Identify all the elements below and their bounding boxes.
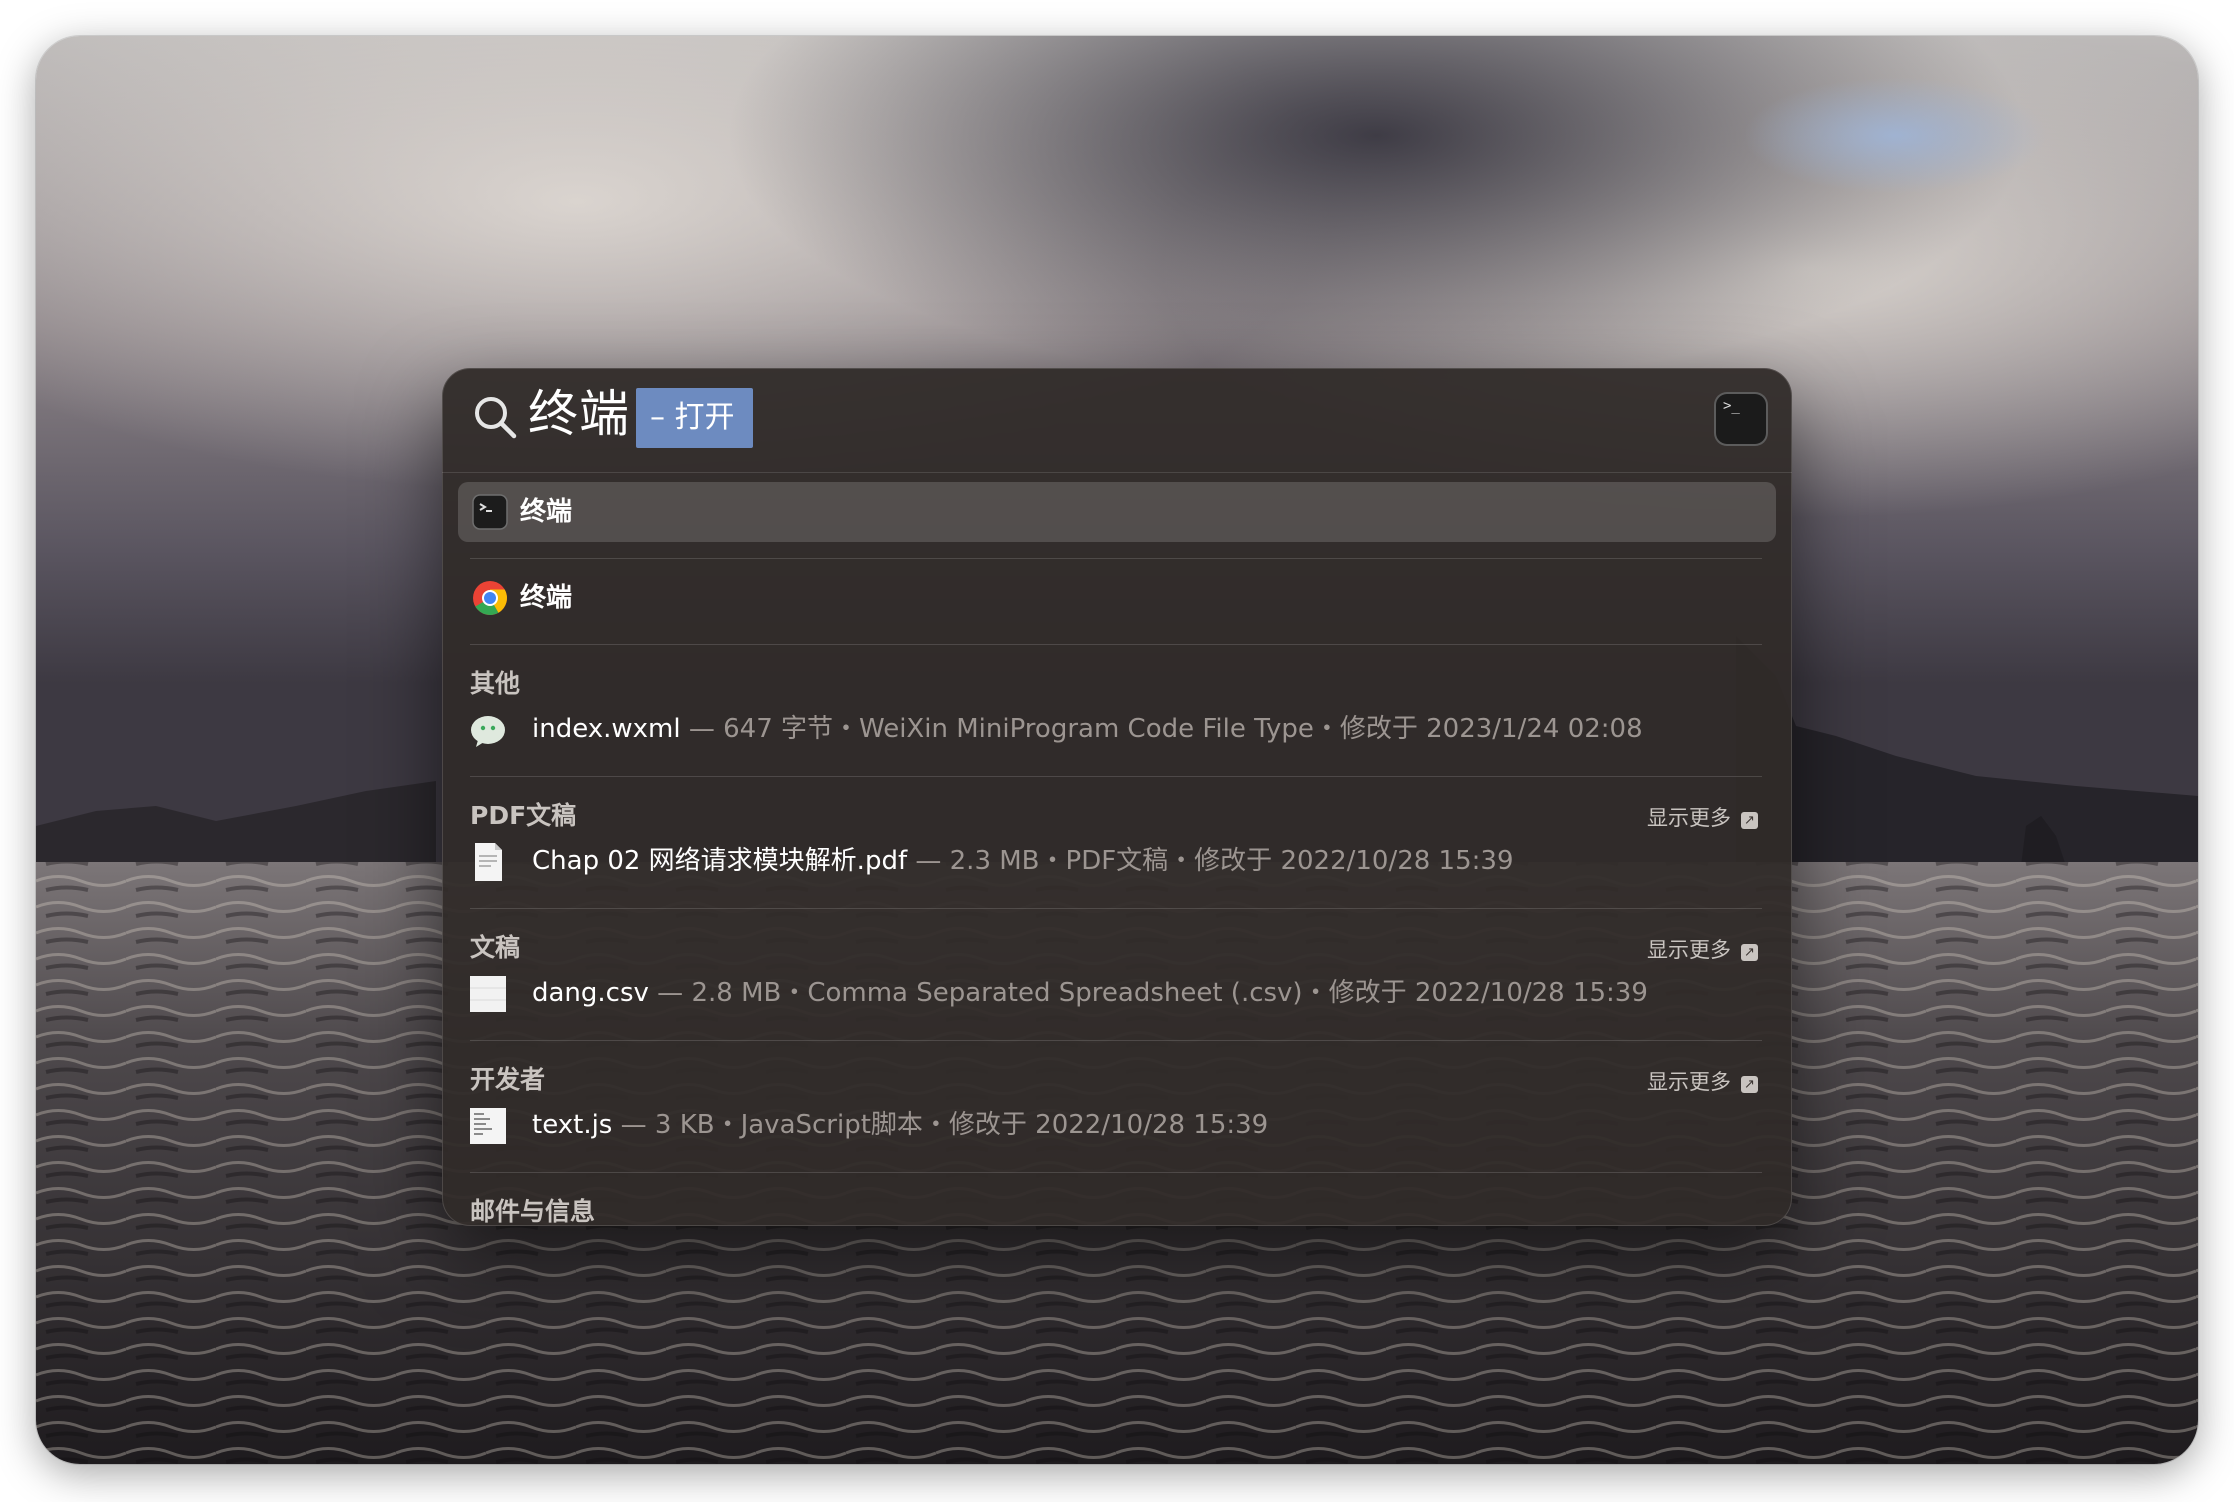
result-name: dang.csv — [532, 978, 649, 1008]
spotlight-window: 终端 – 打开 >_ 终端 终端 其他 index.wxml — 647 字节・… — [442, 368, 1792, 1226]
show-more-label: 显示更多 — [1647, 938, 1731, 962]
section-title-developer: 开发者 — [470, 1065, 546, 1094]
divider — [470, 908, 1762, 909]
result-meta: — 3 KB・JavaScript脚本・修改于 2022/10/28 15:39 — [612, 1110, 1269, 1140]
result-name: text.js — [532, 1110, 613, 1140]
result-meta: — 2.3 MB・PDF文稿・修改于 2022/10/28 15:39 — [907, 846, 1514, 876]
show-more-label: 显示更多 — [1647, 806, 1731, 830]
result-name: Chap 02 网络请求模块解析.pdf — [532, 846, 908, 876]
chrome-icon — [473, 581, 507, 615]
top-hit-label: 终端 — [520, 583, 573, 613]
divider — [470, 558, 1762, 559]
section-title-pdf: PDF文稿 — [470, 801, 577, 830]
result-js[interactable]: text.js — 3 KB・JavaScript脚本・修改于 2022/10/… — [470, 1100, 1762, 1150]
csv-file-icon — [470, 976, 506, 1012]
divider — [470, 776, 1762, 777]
result-meta: — 2.8 MB・Comma Separated Spreadsheet (.c… — [648, 978, 1648, 1008]
top-hit-chrome[interactable]: 终端 — [458, 568, 1776, 628]
terminal-prompt-glyph: >_ — [1723, 398, 1740, 414]
desktop-wallpaper: 终端 – 打开 >_ 终端 终端 其他 index.wxml — 647 字节・… — [36, 36, 2198, 1464]
search-query[interactable]: 终端 — [528, 382, 630, 446]
wechat-file-icon — [471, 716, 505, 747]
section-title-mail: 邮件与信息 — [470, 1197, 596, 1226]
show-more-developer[interactable]: 显示更多 ↗ — [1647, 1066, 1758, 1096]
search-bar[interactable]: 终端 – 打开 >_ — [442, 368, 1792, 473]
result-pdf[interactable]: Chap 02 网络请求模块解析.pdf — 2.3 MB・PDF文稿・修改于 … — [470, 836, 1762, 886]
show-more-pdf[interactable]: 显示更多 ↗ — [1647, 802, 1758, 832]
open-arrow-icon: ↗ — [1741, 1076, 1758, 1093]
search-completion: – 打开 — [636, 388, 753, 448]
divider — [470, 644, 1762, 645]
section-title-other: 其他 — [470, 669, 521, 698]
result-index-wxml[interactable]: index.wxml — 647 字节・WeiXin MiniProgram C… — [470, 704, 1762, 754]
terminal-app-icon — [472, 494, 508, 530]
result-meta: — 647 字节・WeiXin MiniProgram Code File Ty… — [680, 714, 1643, 744]
top-hit-terminal[interactable]: 终端 — [458, 482, 1776, 542]
divider — [470, 1172, 1762, 1173]
result-name: index.wxml — [532, 714, 681, 744]
show-more-documents[interactable]: 显示更多 ↗ — [1647, 934, 1758, 964]
js-file-icon — [470, 1108, 506, 1144]
section-title-documents: 文稿 — [470, 933, 521, 962]
pdf-file-icon — [475, 843, 502, 881]
open-arrow-icon: ↗ — [1741, 944, 1758, 961]
search-icon — [475, 397, 517, 439]
terminal-preview-icon: >_ — [1716, 394, 1766, 444]
top-hit-label: 终端 — [520, 497, 573, 527]
open-arrow-icon: ↗ — [1741, 812, 1758, 829]
show-more-label: 显示更多 — [1647, 1070, 1731, 1094]
result-csv[interactable]: dang.csv — 2.8 MB・Comma Separated Spread… — [470, 968, 1762, 1018]
divider — [470, 1040, 1762, 1041]
